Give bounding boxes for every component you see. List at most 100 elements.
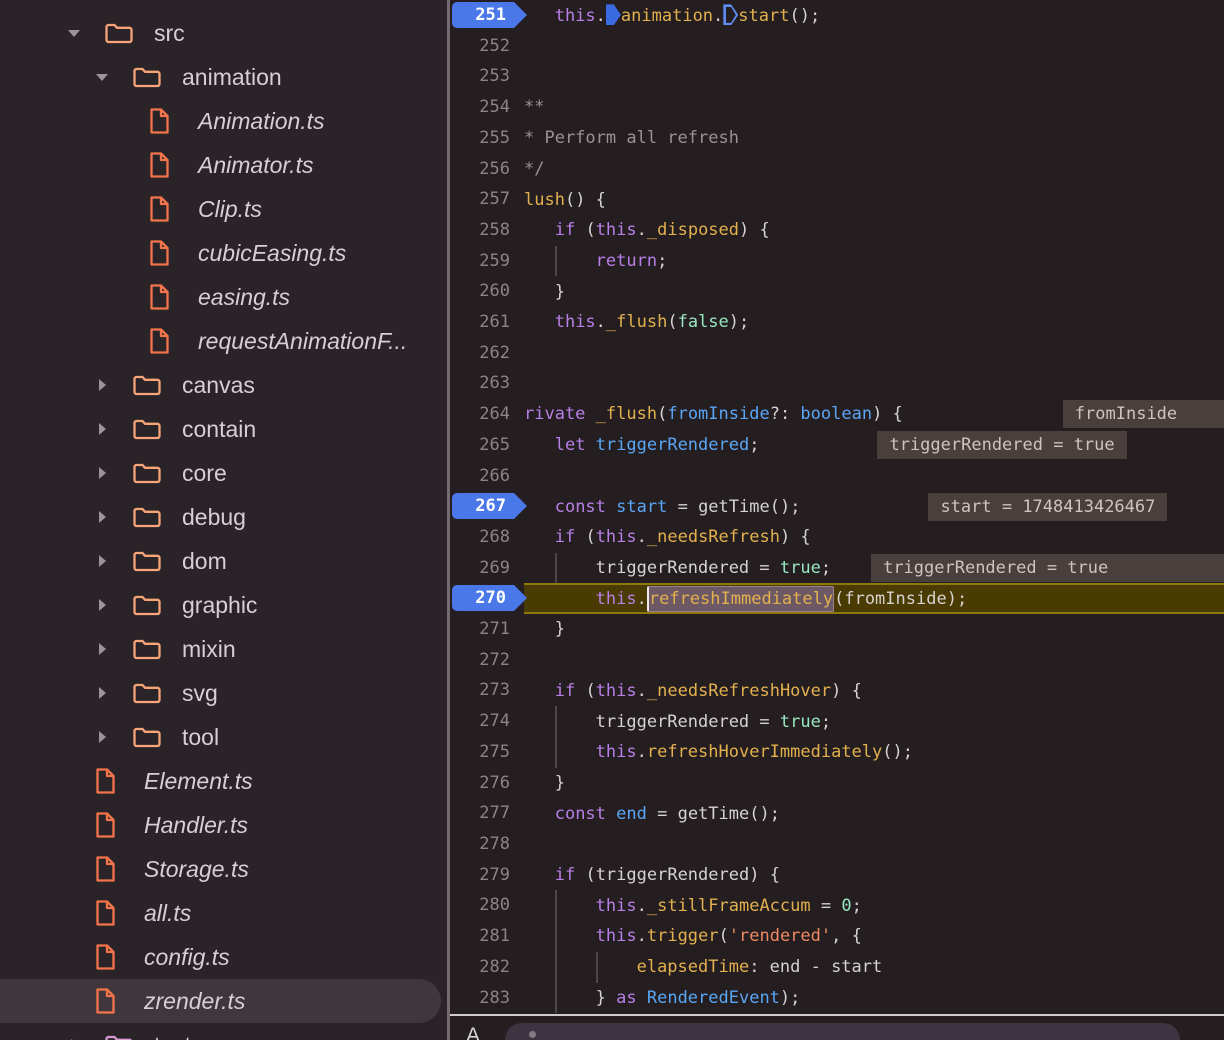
tree-item-storage-ts[interactable]: Storage.ts <box>0 847 447 891</box>
line-number[interactable]: 275 <box>450 737 524 768</box>
tree-item-clip-ts[interactable]: Clip.ts <box>0 187 447 231</box>
line-number[interactable]: 278 <box>450 829 524 860</box>
code-text: if (this._needsRefresh) { <box>524 527 811 547</box>
chevron-right-icon[interactable] <box>94 377 132 393</box>
line-number[interactable]: 258 <box>450 215 524 246</box>
folder-icon <box>132 373 164 398</box>
line-number[interactable]: 282 <box>450 952 524 983</box>
tree-item-animation-ts[interactable]: Animation.ts <box>0 99 447 143</box>
file-icon <box>148 327 180 355</box>
line-number[interactable]: 272 <box>450 645 524 676</box>
tree-item-easing-ts[interactable]: easing.ts <box>0 275 447 319</box>
line-number[interactable]: 271 <box>450 614 524 645</box>
tree-item-animation[interactable]: animation <box>0 55 447 99</box>
tree-item-requestanimationf-[interactable]: requestAnimationF... <box>0 319 447 363</box>
line-number[interactable]: 259 <box>450 246 524 277</box>
tree-item-svg[interactable]: svg <box>0 671 447 715</box>
code-line-272: 272 <box>450 645 1224 676</box>
file-icon <box>94 943 126 971</box>
breakpoint-flag-label: 251 <box>452 2 514 28</box>
line-number[interactable]: 257 <box>450 184 524 215</box>
code-text: this.trigger('rendered', { <box>524 926 862 946</box>
chevron-right-icon[interactable] <box>94 597 132 613</box>
tree-item-test[interactable]: test <box>0 1023 447 1040</box>
code-line-280: 280 this._stillFrameAccum = 0; <box>450 890 1224 921</box>
code-line-259: 259 return; <box>450 246 1224 277</box>
line-number[interactable]: 265 <box>450 430 524 461</box>
tree-item-handler-ts[interactable]: Handler.ts <box>0 803 447 847</box>
code-line-261: 261 this._flush(false); <box>450 307 1224 338</box>
tree-item-label: Animator.ts <box>198 152 313 179</box>
line-number[interactable]: 264 <box>450 399 524 430</box>
record-dot-icon <box>529 1031 536 1038</box>
line-number[interactable]: 253 <box>450 61 524 92</box>
line-number[interactable]: 266 <box>450 461 524 492</box>
line-number[interactable]: 280 <box>450 890 524 921</box>
chevron-right-icon[interactable] <box>94 685 132 701</box>
tree-item-debug[interactable]: debug <box>0 495 447 539</box>
breakpoint-flag[interactable]: 267 <box>450 491 524 522</box>
line-number[interactable]: 269 <box>450 553 524 584</box>
line-number[interactable]: 256 <box>450 154 524 185</box>
tree-item-canvas[interactable]: canvas <box>0 363 447 407</box>
tree-item-mixin[interactable]: mixin <box>0 627 447 671</box>
code-text: */ <box>524 159 544 179</box>
tree-item-zrender-ts[interactable]: zrender.ts <box>0 979 441 1023</box>
tree-item-element-ts[interactable]: Element.ts <box>0 759 447 803</box>
current-execution-line: this.refreshImmediately(fromInside); <box>524 583 1224 614</box>
code-text: if (this._disposed) { <box>524 220 770 240</box>
chevron-down-icon[interactable] <box>66 25 104 41</box>
chevron-right-icon[interactable] <box>94 641 132 657</box>
breakpoint-flag[interactable]: 270 <box>450 583 524 614</box>
code-line-273: 273 if (this._needsRefreshHover) { <box>450 675 1224 706</box>
line-number[interactable]: 254 <box>450 92 524 123</box>
code-line-263: 263 <box>450 368 1224 399</box>
code-line-271: 271 } <box>450 614 1224 645</box>
line-number[interactable]: 283 <box>450 983 524 1014</box>
chevron-right-icon[interactable] <box>94 553 132 569</box>
line-number[interactable]: 279 <box>450 860 524 891</box>
line-number[interactable]: 273 <box>450 675 524 706</box>
line-number[interactable]: 274 <box>450 706 524 737</box>
line-number[interactable]: 262 <box>450 338 524 369</box>
debug-input-bar[interactable] <box>505 1023 1180 1040</box>
step-into-target-outline-icon[interactable] <box>723 4 738 25</box>
app-window: srcanimationAnimation.ts Animator.ts Clip.… <box>0 0 1224 1040</box>
line-number[interactable]: 277 <box>450 798 524 829</box>
tree-item-contain[interactable]: contain <box>0 407 447 451</box>
tree-item-animator-ts[interactable]: Animator.ts <box>0 143 447 187</box>
tree-item-src[interactable]: src <box>0 11 447 55</box>
line-number[interactable]: 281 <box>450 921 524 952</box>
chevron-down-icon[interactable] <box>94 69 132 85</box>
line-number[interactable]: 255 <box>450 123 524 154</box>
selected-text: refreshImmediately <box>647 586 834 612</box>
test-folder-icon <box>104 1033 136 1040</box>
chevron-right-icon[interactable] <box>94 421 132 437</box>
code-editor[interactable]: 251 this.animation.start();252253254**25… <box>450 0 1224 1040</box>
tree-item-label: Storage.ts <box>144 856 249 883</box>
line-number[interactable]: 252 <box>450 31 524 62</box>
line-number[interactable]: 276 <box>450 768 524 799</box>
tree-item-config-ts[interactable]: config.ts <box>0 935 447 979</box>
line-number[interactable]: 260 <box>450 276 524 307</box>
tree-item-core[interactable]: core <box>0 451 447 495</box>
breakpoint-flag[interactable]: 251 <box>450 0 524 31</box>
tree-item-all-ts[interactable]: all.ts <box>0 891 447 935</box>
tree-item-dom[interactable]: dom <box>0 539 447 583</box>
tree-item-tool[interactable]: tool <box>0 715 447 759</box>
debug-inline-value: start = 1748413426467 <box>928 493 1167 521</box>
line-number[interactable]: 263 <box>450 368 524 399</box>
code-line-277: 277 const end = getTime(); <box>450 798 1224 829</box>
tree-item-label: contain <box>182 416 256 443</box>
step-into-target-icon[interactable] <box>606 4 621 25</box>
line-number[interactable]: 268 <box>450 522 524 553</box>
folder-icon <box>132 505 164 530</box>
line-number[interactable]: 261 <box>450 307 524 338</box>
chevron-right-icon[interactable] <box>94 729 132 745</box>
tree-item-cubiceasing-ts[interactable]: cubicEasing.ts <box>0 231 447 275</box>
tree-item-label: mixin <box>182 636 236 663</box>
chevron-right-icon[interactable] <box>94 509 132 525</box>
chevron-right-icon[interactable] <box>94 465 132 481</box>
code-line-266: 266 <box>450 461 1224 492</box>
tree-item-graphic[interactable]: graphic <box>0 583 447 627</box>
